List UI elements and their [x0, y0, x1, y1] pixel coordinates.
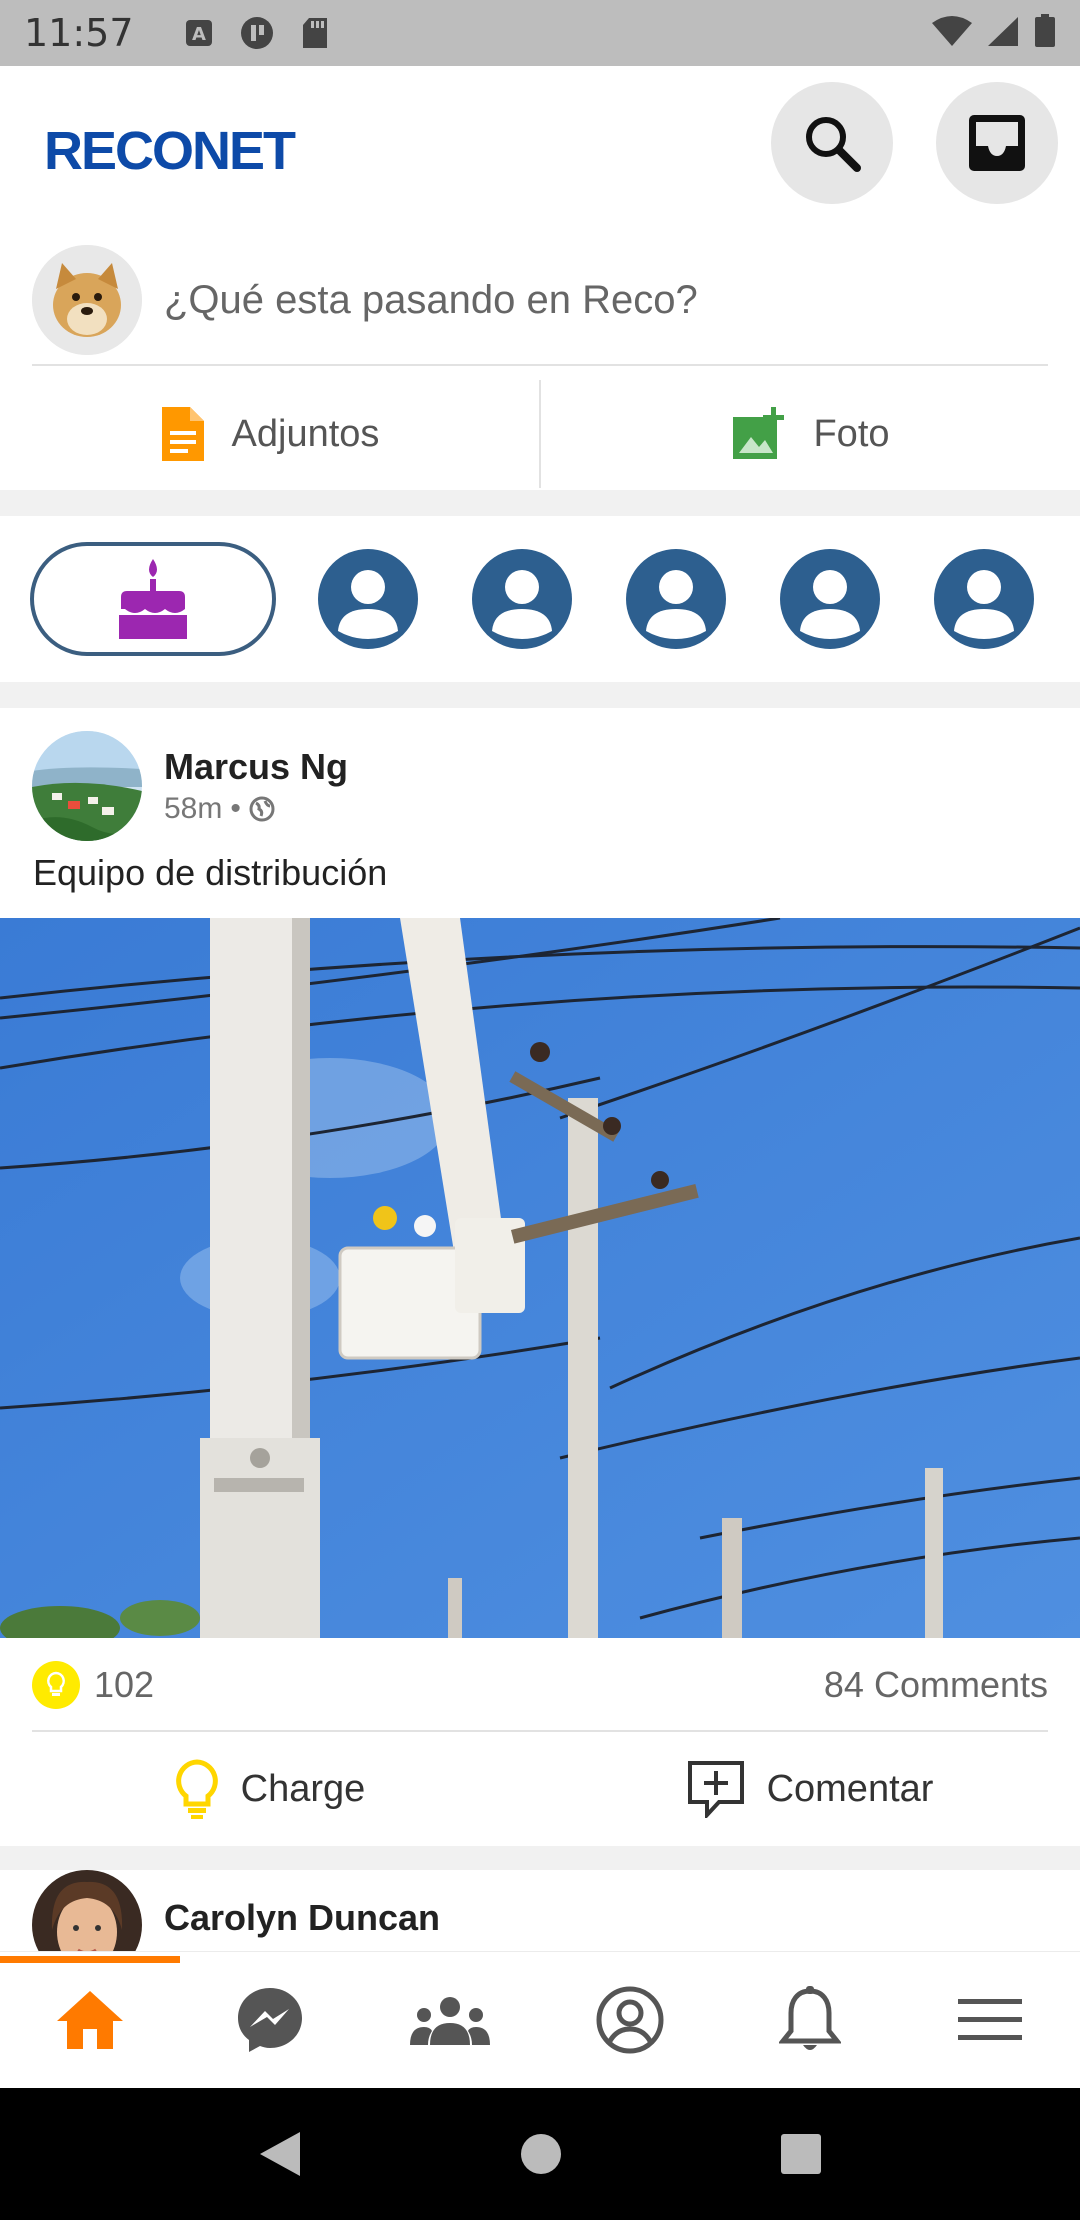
search-icon — [806, 117, 861, 172]
battery-icon — [1034, 13, 1056, 53]
add-photo-icon — [733, 407, 785, 459]
post-photo[interactable] — [0, 918, 1080, 1638]
story-avatar[interactable] — [470, 547, 574, 651]
photo-button[interactable]: Foto — [541, 378, 1080, 490]
default-avatar-icon — [472, 549, 572, 649]
globe-icon — [249, 796, 275, 822]
charge-label: Charge — [240, 1767, 366, 1810]
composer-placeholder: ¿Qué esta pasando en Reco? — [164, 277, 698, 322]
post-author-avatar[interactable] — [32, 731, 142, 841]
comment-button[interactable]: Comentar — [540, 1734, 1080, 1844]
cell-signal-icon — [986, 15, 1020, 52]
nav-profile[interactable] — [540, 1952, 720, 2088]
app-notification-icon — [240, 16, 274, 50]
post-actions: Charge Comentar — [0, 1734, 1080, 1844]
post-author-name[interactable]: Marcus Ng — [164, 746, 348, 788]
document-icon — [161, 407, 204, 461]
search-button[interactable] — [771, 82, 893, 204]
section-divider — [0, 682, 1080, 708]
home-icon — [57, 1991, 123, 2049]
nav-notifications[interactable] — [720, 1952, 900, 2088]
default-avatar-icon — [780, 549, 880, 649]
story-avatar[interactable] — [316, 547, 420, 651]
charge-button[interactable]: Charge — [0, 1734, 540, 1844]
section-divider — [0, 1846, 1080, 1870]
lightbulb-reaction-icon — [32, 1661, 80, 1709]
hamburger-menu-icon — [958, 1999, 1022, 2040]
nav-menu[interactable] — [900, 1952, 1080, 2088]
default-avatar-icon — [934, 549, 1034, 649]
user-avatar[interactable] — [32, 245, 142, 355]
comments-count[interactable]: 84 Comments — [824, 1664, 1048, 1706]
app-header: RECONET — [0, 66, 1080, 236]
meta-separator: • — [230, 792, 241, 825]
story-avatar[interactable] — [778, 547, 882, 651]
section-divider — [0, 490, 1080, 516]
bottom-nav — [0, 1952, 1080, 2088]
app-logo: RECONET — [44, 121, 296, 181]
story-avatar[interactable] — [932, 547, 1036, 651]
bell-icon — [779, 1986, 841, 2050]
groups-icon — [410, 1997, 490, 2045]
default-avatar-icon — [318, 549, 418, 649]
home-circle-icon[interactable] — [519, 2132, 563, 2176]
inbox-icon — [969, 115, 1025, 171]
reaction-count[interactable]: 102 — [94, 1664, 154, 1706]
status-time: 11:57 — [24, 11, 134, 55]
comment-add-icon — [687, 1761, 744, 1818]
messenger-icon — [238, 1988, 302, 2052]
account-circle-icon — [596, 1986, 664, 2054]
nav-messenger[interactable] — [180, 1952, 360, 2088]
status-bar: 11:57 A — [0, 0, 1080, 66]
system-nav-bar — [0, 2088, 1080, 2220]
active-tab-indicator — [0, 1956, 180, 1963]
inbox-button[interactable] — [936, 82, 1058, 204]
attachments-button[interactable]: Adjuntos — [0, 378, 539, 490]
nav-groups[interactable] — [360, 1952, 540, 2088]
comment-label: Comentar — [766, 1767, 934, 1810]
composer-actions: Adjuntos Foto — [0, 378, 1080, 490]
birthday-button[interactable] — [30, 542, 276, 656]
story-avatar[interactable] — [624, 547, 728, 651]
attachments-label: Adjuntos — [231, 412, 380, 455]
recents-icon[interactable] — [780, 2133, 822, 2175]
post-header: Marcus Ng 58m • — [32, 730, 348, 842]
post-composer[interactable]: ¿Qué esta pasando en Reco? — [32, 236, 1048, 366]
stories-row — [0, 516, 1080, 682]
sd-card-icon — [298, 16, 332, 50]
post-subtitle: 58m • — [164, 792, 348, 826]
birthday-cake-icon — [119, 559, 187, 639]
wifi-icon — [932, 15, 972, 52]
photo-label: Foto — [813, 412, 890, 455]
back-icon[interactable] — [258, 2130, 302, 2178]
post-text: Equipo de distribución — [33, 852, 388, 893]
text-notification-icon: A — [182, 16, 216, 50]
post-stats: 102 84 Comments — [32, 1640, 1048, 1732]
nav-home[interactable] — [0, 1952, 180, 2088]
lightbulb-icon — [175, 1759, 218, 1819]
default-avatar-icon — [626, 549, 726, 649]
svg-text:A: A — [192, 24, 206, 45]
post-meta: Marcus Ng 58m • — [164, 746, 348, 826]
post-time: 58m — [164, 792, 223, 825]
post-author-name[interactable]: Carolyn Duncan — [164, 1897, 440, 1939]
